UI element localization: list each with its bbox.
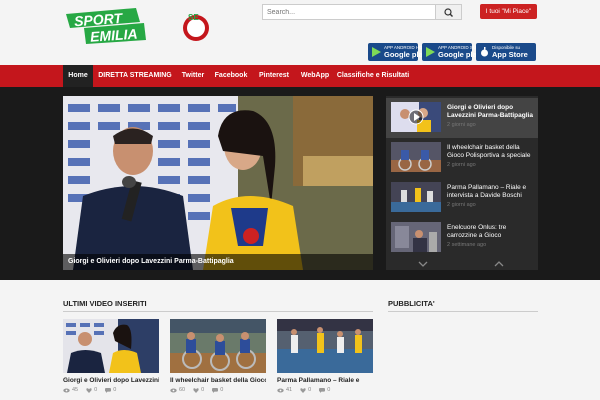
comment-icon	[319, 387, 326, 393]
search-button[interactable]	[436, 4, 462, 20]
video-stats: 41 0 0	[277, 387, 373, 393]
video-thumbnail[interactable]	[277, 319, 373, 373]
featured-video[interactable]: Giorgi e Olivieri dopo Lavezzini Parma-B…	[63, 96, 373, 270]
nav-classifiche[interactable]: Classifiche e Risultati	[336, 65, 410, 87]
site-header: SPORT EMILIA SE I tuoi "Mi Piace" APP AN…	[0, 0, 600, 65]
heart-icon	[86, 387, 92, 393]
logo-badge-text: SE	[188, 13, 199, 22]
nav-facebook[interactable]: Facebook	[212, 65, 250, 87]
video-card[interactable]: Giorgi e Olivieri dopo Lavezzini 45 0 0	[63, 319, 159, 393]
comments-count: 0	[220, 387, 224, 393]
side-video-date: 2 giorni ago	[447, 122, 476, 128]
apple-icon	[481, 47, 488, 57]
side-video-item[interactable]: Parma Pallamano – Riale e intervista a D…	[386, 178, 538, 218]
views-count: 41	[286, 387, 293, 393]
video-card-title[interactable]: Giorgi e Olivieri dopo Lavezzini	[63, 377, 159, 384]
search-bar	[262, 4, 462, 20]
heart-icon	[300, 387, 306, 393]
side-video-date: 2 settimane ago	[447, 242, 487, 248]
video-card-title[interactable]: Parma Pallamano – Riale e	[277, 377, 373, 384]
eye-icon	[63, 388, 70, 392]
featured-video-frame	[63, 96, 373, 270]
views-count: 45	[72, 387, 79, 393]
video-stats: 60 0 0	[170, 387, 266, 393]
video-stats: 45 0 0	[63, 387, 159, 393]
side-video-title: Parma Pallamano – Riale e intervista a D…	[447, 184, 527, 199]
side-video-title: Il wheelchair basket della Gioco Polispo…	[447, 144, 531, 159]
eye-icon	[277, 388, 284, 392]
site-logo[interactable]: SPORT EMILIA SE	[66, 6, 216, 46]
comment-icon	[212, 387, 219, 393]
likes-count: 0	[94, 387, 98, 393]
badge-big-text: Google play	[438, 50, 481, 59]
side-video-list: Giorgi e Olivieri dopo Lavezzini Parma-B…	[386, 96, 538, 270]
google-play-icon	[426, 47, 435, 57]
video-thumbnail[interactable]	[63, 319, 159, 373]
video-card[interactable]: Parma Pallamano – Riale e 41 0 0	[277, 319, 373, 393]
video-thumbnail[interactable]	[170, 319, 266, 373]
side-list-nav	[386, 258, 538, 270]
google-play-badge[interactable]: APP ANDROID SU Google play	[422, 43, 481, 61]
latest-videos-heading: ULTIMI VIDEO INSERITI	[63, 299, 147, 308]
google-play-hd-badge[interactable]: APP ANDROID HD SU Google play	[368, 43, 430, 61]
views-count: 60	[179, 387, 186, 393]
chevron-up-icon[interactable]	[386, 258, 538, 270]
app-store-badge[interactable]: Disponibile su App Store	[476, 43, 536, 61]
eye-icon	[170, 388, 177, 392]
section-divider	[63, 311, 373, 312]
nav-twitter[interactable]: Twitter	[176, 65, 210, 87]
video-thumbnail	[391, 222, 441, 252]
side-video-date: 2 giorni ago	[447, 162, 476, 168]
heart-icon	[193, 387, 199, 393]
comments-count: 0	[327, 387, 331, 393]
nav-pinterest[interactable]: Pinterest	[254, 65, 294, 87]
featured-caption[interactable]: Giorgi e Olivieri dopo Lavezzini Parma-B…	[63, 254, 373, 270]
video-card[interactable]: Il wheelchair basket della Gioco 60 0 0	[170, 319, 266, 393]
section-divider	[388, 311, 538, 312]
likes-count: 0	[308, 387, 312, 393]
video-thumbnail	[391, 182, 441, 212]
side-video-date: 2 giorni ago	[447, 202, 476, 208]
logo-text-emilia: EMILIA	[90, 26, 138, 45]
search-icon	[444, 8, 453, 17]
likes-count: 0	[201, 387, 205, 393]
video-card-title[interactable]: Il wheelchair basket della Gioco	[170, 377, 266, 384]
comment-icon	[105, 387, 112, 393]
video-thumbnail	[391, 142, 441, 172]
search-input[interactable]	[262, 4, 436, 20]
badge-big-text: Google play	[384, 50, 427, 59]
comments-count: 0	[113, 387, 117, 393]
nav-diretta-streaming[interactable]: DIRETTA STREAMING	[96, 65, 174, 87]
nav-home[interactable]: Home	[63, 65, 93, 87]
main-navigation: Home DIRETTA STREAMING Twitter Facebook …	[0, 65, 600, 87]
side-video-title: Giorgi e Olivieri dopo Lavezzini Parma-B…	[447, 104, 533, 119]
nav-webapp[interactable]: WebApp	[296, 65, 334, 87]
side-video-item[interactable]: Il wheelchair basket della Gioco Polispo…	[386, 138, 538, 178]
badge-big-text: App Store	[492, 50, 528, 59]
side-video-item[interactable]: Giorgi e Olivieri dopo Lavezzini Parma-B…	[386, 98, 538, 138]
side-video-item[interactable]: Enelcuore Onlus: tre carrozzine a Gioco …	[386, 218, 538, 258]
google-play-icon	[372, 47, 381, 57]
ads-heading: PUBBLICITA'	[388, 299, 435, 308]
video-thumbnail	[391, 102, 441, 132]
likes-button[interactable]: I tuoi "Mi Piace"	[480, 4, 537, 19]
side-video-title: Enelcuore Onlus: tre carrozzine a Gioco	[447, 224, 507, 239]
